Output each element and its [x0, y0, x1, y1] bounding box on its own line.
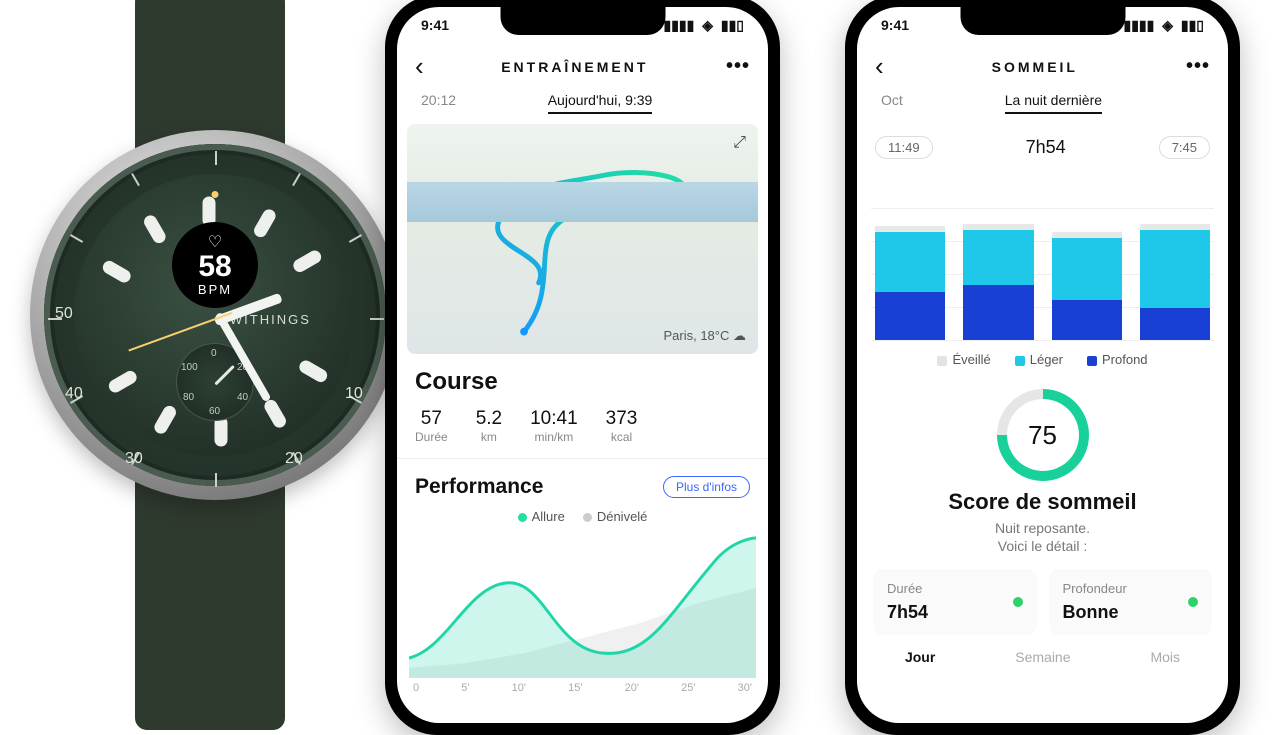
bezel-num: 10 [345, 385, 363, 403]
watch: 50 40 30 20 10 ♡ 58 BPM WITHIN [0, 0, 420, 720]
phone-notch [500, 7, 665, 35]
heart-icon: ♡ [208, 232, 222, 252]
tab-active[interactable]: La nuit dernière [1005, 92, 1102, 114]
phone-notch [960, 7, 1125, 35]
more-button[interactable]: ••• [1186, 55, 1210, 78]
page-title: ENTRAÎNEMENT [501, 59, 648, 75]
signal-icon: ▮▮▮▮ [1123, 17, 1154, 33]
bezel-num: 40 [65, 385, 83, 403]
sleep-total: 7h54 [1026, 137, 1066, 158]
status-dot-icon [1188, 597, 1198, 607]
sleep-score-title: Score de sommeil [857, 489, 1228, 515]
perf-legend: Allure Dénivelé [397, 503, 768, 528]
tab-active[interactable]: Aujourd'hui, 9:39 [548, 92, 653, 114]
phone-training: 9:41 ▮▮▮▮ ◈ ▮▮▯ ‹ ENTRAÎNEMENT ••• 20:12… [385, 0, 780, 735]
page-title: SOMMEIL [992, 59, 1078, 75]
performance-chart[interactable] [409, 528, 756, 678]
back-button[interactable]: ‹ [875, 51, 884, 82]
tab-month[interactable]: Mois [1150, 649, 1180, 665]
sleep-start-time: 11:49 [875, 136, 933, 159]
watch-lcd: ♡ 58 BPM [172, 222, 258, 308]
sleep-score-sub: Nuit reposante.Voici le détail : [857, 519, 1228, 555]
sleep-score-value: 75 [1007, 399, 1079, 471]
expand-icon[interactable]: ⤢ [733, 134, 746, 152]
battery-icon: ▮▮▯ [721, 17, 744, 33]
status-time: 9:41 [421, 17, 449, 33]
perf-title: Performance [415, 475, 543, 499]
card-depth[interactable]: Profondeur Bonne [1049, 569, 1213, 635]
back-button[interactable]: ‹ [415, 51, 424, 82]
tab-prev-time[interactable]: 20:12 [421, 92, 456, 114]
sleep-score-ring: 75 [997, 389, 1089, 481]
activity-title: Course [415, 368, 498, 396]
tab-week[interactable]: Semaine [1015, 649, 1070, 665]
status-icons: ▮▮▮▮ ◈ ▮▮▯ [1119, 17, 1204, 34]
tab-prev-month[interactable]: Oct [881, 92, 903, 114]
battery-icon: ▮▮▯ [1181, 17, 1204, 33]
watch-case: 50 40 30 20 10 ♡ 58 BPM WITHIN [30, 130, 400, 500]
phone-sleep: 9:41 ▮▮▮▮ ◈ ▮▮▯ ‹ SOMMEIL ••• Oct La nui… [845, 0, 1240, 735]
workout-stats: 57Durée 5.2km 10:41min/km 373kcal [397, 402, 768, 459]
status-icons: ▮▮▮▮ ◈ ▮▮▯ [659, 17, 744, 34]
perf-x-axis: 05' 10'15' 20'25' 30' [397, 678, 768, 694]
date-tabs[interactable]: Oct La nuit dernière [857, 88, 1228, 124]
date-tabs[interactable]: 20:12 Aujourd'hui, 9:39 [397, 88, 768, 124]
range-tabs[interactable]: Jour Semaine Mois [857, 635, 1228, 665]
sleep-chart[interactable] [871, 175, 1214, 340]
tab-day[interactable]: Jour [905, 649, 935, 665]
bezel-num: 20 [285, 450, 303, 468]
bezel-num: 50 [55, 305, 73, 323]
more-button[interactable]: ••• [726, 55, 750, 78]
wifi-icon: ◈ [1162, 17, 1173, 33]
cloud-icon: ☁ [733, 328, 746, 343]
watch-dial: ♡ 58 BPM WITHINGS 0 20 40 60 80 100 [74, 174, 356, 456]
heart-rate-value: 58 [198, 252, 231, 282]
signal-icon: ▮▮▮▮ [663, 17, 694, 33]
wifi-icon: ◈ [702, 17, 713, 33]
sleep-legend: Éveillé Léger Profond [857, 348, 1228, 377]
heart-rate-unit: BPM [198, 282, 232, 297]
sleep-end-time: 7:45 [1159, 136, 1210, 159]
weather-label: Paris, 18°C ☁ [663, 328, 746, 344]
card-duration[interactable]: Durée 7h54 [873, 569, 1037, 635]
status-dot-icon [1013, 597, 1023, 607]
bezel-num: 30 [125, 450, 143, 468]
status-time: 9:41 [881, 17, 909, 33]
more-info-button[interactable]: Plus d'infos [663, 476, 750, 498]
workout-map[interactable]: ⤢ Paris, 18°C ☁ [407, 124, 758, 354]
